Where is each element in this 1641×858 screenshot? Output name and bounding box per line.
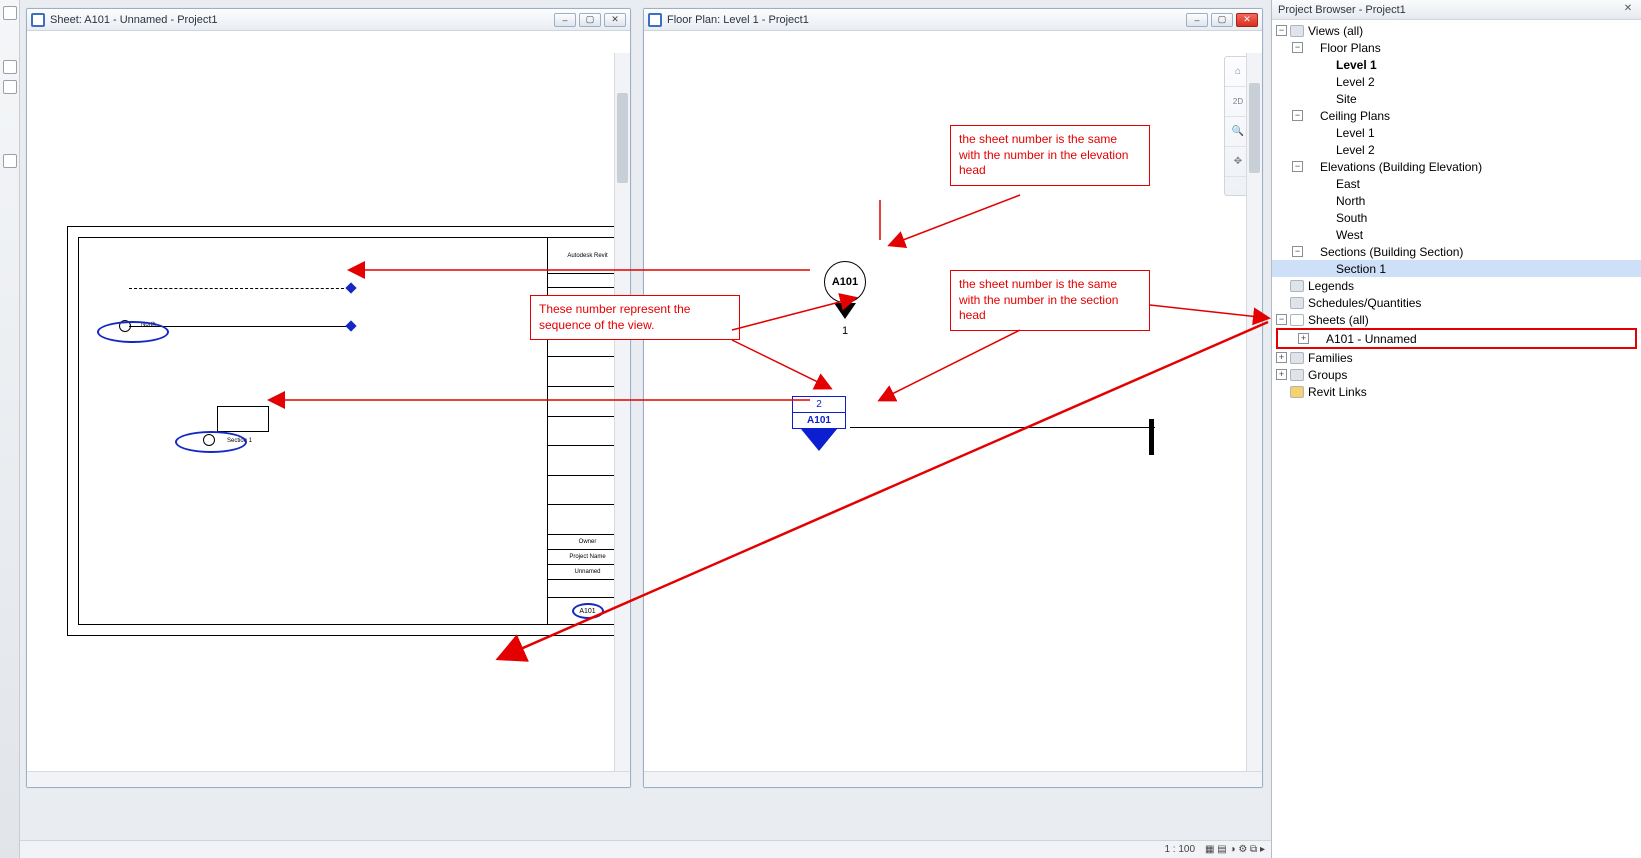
maximize-button[interactable]: ▢ [579,13,601,27]
palette-strip[interactable] [0,0,20,858]
mdi-workspace: Sheet: A101 - Unnamed - Project1 – ▢ ✕ N… [20,0,1271,858]
tb-sheetnumber-circled: A101 [572,603,604,619]
scrollbar-vertical[interactable] [614,53,630,787]
section-box [217,406,269,432]
tree-node-sheets[interactable]: −Sheets (all) [1272,311,1641,328]
window-title-text: Floor Plan: Level 1 - Project1 [667,14,1186,26]
callout-elevation-match: the sheet number is the same with the nu… [950,125,1150,186]
callout-sequence: These number represent the sequence of t… [530,295,740,340]
status-controls-icon[interactable]: ▦ ▤ ◑ ⚙ ⧉ ▸ [1205,844,1265,855]
annotation-circle [175,431,247,453]
section-head[interactable]: 2 A101 [792,396,846,451]
tree-node-south[interactable]: South [1272,209,1641,226]
tree-node-section1[interactable]: Section 1 [1272,260,1641,277]
tree-node-schedules[interactable]: Schedules/Quantities [1272,294,1641,311]
palette-icon[interactable] [3,6,17,20]
window-sheet-a101: Sheet: A101 - Unnamed - Project1 – ▢ ✕ N… [26,8,631,788]
tree-node-ceilingplans[interactable]: −Ceiling Plans [1272,107,1641,124]
scrollbar-horizontal[interactable] [27,771,630,787]
tree-node-legends[interactable]: Legends [1272,277,1641,294]
window-titlebar[interactable]: Floor Plan: Level 1 - Project1 – ▢ ✕ [644,9,1262,31]
tree-node-level1[interactable]: Level 1 [1272,56,1641,73]
annotation-circle [97,321,169,343]
section-end-marker[interactable] [1149,419,1154,455]
elevation-direction-icon [834,303,856,319]
elevation-end-icon [345,320,356,331]
minimize-button[interactable]: – [1186,13,1208,27]
section-direction-icon [801,429,837,451]
palette-icon[interactable] [3,154,17,168]
elevation-sequence-label: 1 [824,325,866,337]
tree-node-revitlinks[interactable]: Revit Links [1272,383,1641,400]
maximize-button[interactable]: ▢ [1211,13,1233,27]
status-bar: 1 : 100 ▦ ▤ ◑ ⚙ ⧉ ▸ [20,840,1271,858]
close-button[interactable]: ✕ [1236,13,1258,27]
section-sequence-label: 2 [793,397,845,413]
window-title-text: Sheet: A101 - Unnamed - Project1 [50,14,554,26]
revit-doc-icon [31,13,45,27]
sheet-canvas[interactable]: North Section 1 Autodesk Revit [27,31,630,787]
palette-icon[interactable] [3,80,17,94]
tree-node-groups[interactable]: +Groups [1272,366,1641,383]
window-titlebar[interactable]: Sheet: A101 - Unnamed - Project1 – ▢ ✕ [27,9,630,31]
close-button[interactable]: ✕ [604,13,626,27]
elevation-sheet-label: A101 [824,261,866,303]
section-line[interactable] [850,427,1155,428]
tree-node-views[interactable]: −Views (all) [1272,22,1641,39]
project-browser-title-text: Project Browser - Project1 [1278,4,1406,16]
project-browser-panel: Project Browser - Project1 ✕ −Views (all… [1271,0,1641,858]
tree-node-cplevel1[interactable]: Level 1 [1272,124,1641,141]
project-browser-title[interactable]: Project Browser - Project1 ✕ [1272,0,1641,20]
revit-doc-icon [648,13,662,27]
close-icon[interactable]: ✕ [1621,3,1635,17]
tree-node-site[interactable]: Site [1272,90,1641,107]
sheet-page: North Section 1 Autodesk Revit [67,226,630,636]
tree-node-level2[interactable]: Level 2 [1272,73,1641,90]
tree-node-sheet-a101[interactable]: +A101 - Unnamed [1278,330,1635,347]
tree-node-east[interactable]: East [1272,175,1641,192]
tree-node-elevations[interactable]: −Elevations (Building Elevation) [1272,158,1641,175]
elevation-head[interactable]: A101 1 [824,261,866,337]
project-browser-tree[interactable]: −Views (all) −Floor Plans Level 1 Level … [1272,20,1641,858]
minimize-button[interactable]: – [554,13,576,27]
elevation-line [129,288,349,289]
tree-node-floorplans[interactable]: −Floor Plans [1272,39,1641,56]
tree-node-west[interactable]: West [1272,226,1641,243]
tree-node-families[interactable]: +Families [1272,349,1641,366]
tree-node-north[interactable]: North [1272,192,1641,209]
tree-node-cplevel2[interactable]: Level 2 [1272,141,1641,158]
section-sheet-label: A101 [793,413,845,428]
scrollbar-horizontal[interactable] [644,771,1262,787]
palette-icon[interactable] [3,60,17,74]
tree-node-sections[interactable]: −Sections (Building Section) [1272,243,1641,260]
elevation-end-icon [345,282,356,293]
callout-section-match: the sheet number is the same with the nu… [950,270,1150,331]
scrollbar-vertical[interactable] [1246,53,1262,787]
status-scale[interactable]: 1 : 100 [1164,844,1195,855]
